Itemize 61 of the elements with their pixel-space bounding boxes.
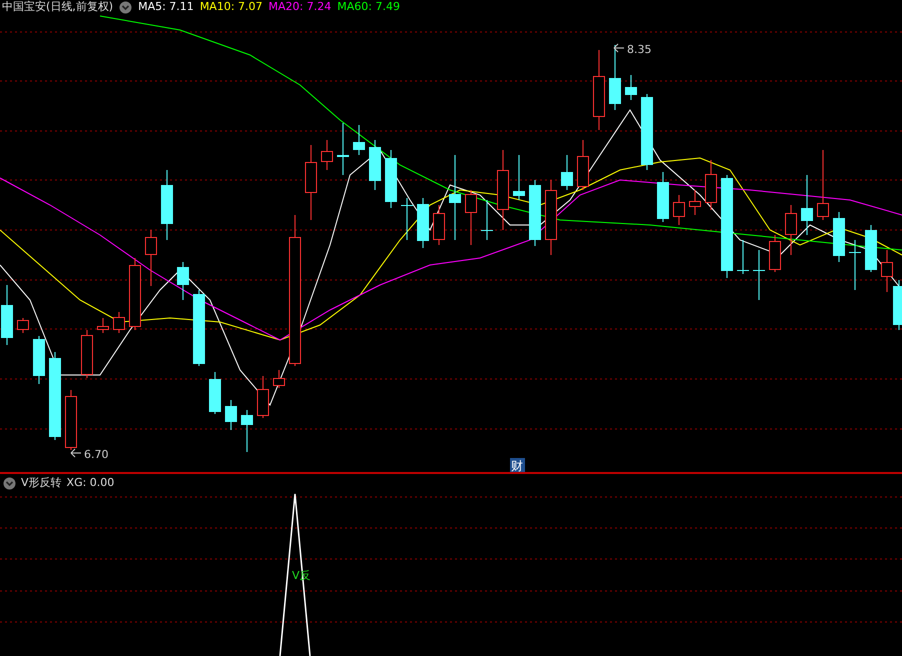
candlestick — [849, 240, 861, 290]
candlestick — [145, 230, 157, 286]
arrow-icon — [614, 44, 624, 52]
candlestick — [561, 154, 573, 190]
candlestick — [1, 284, 13, 346]
candlestick — [385, 150, 397, 208]
candlestick — [417, 198, 429, 248]
candlestick — [529, 180, 541, 246]
candlestick — [817, 150, 829, 220]
candlestick — [769, 234, 781, 272]
candlestick — [785, 204, 797, 256]
candlestick — [97, 318, 109, 334]
event-marker-background — [510, 458, 525, 472]
candlestick — [113, 312, 125, 334]
candlestick — [465, 190, 477, 246]
candlestick — [33, 336, 45, 384]
candlestick — [209, 372, 221, 414]
candlestick — [881, 250, 893, 292]
dropdown-icon[interactable] — [119, 0, 132, 14]
candlestick — [353, 124, 365, 156]
candlestick — [257, 376, 269, 418]
candlestick — [673, 194, 685, 226]
candlestick — [833, 212, 845, 262]
candlestick — [753, 250, 765, 300]
candlestick — [481, 200, 493, 240]
candlestick — [337, 122, 349, 176]
candlestick — [177, 262, 189, 300]
candlestick — [865, 224, 877, 272]
indicator-title: V形反转 — [21, 476, 62, 490]
chart-title: 中国宝安(日线,前复权) — [2, 0, 114, 14]
high-price-label: 8.35 — [627, 43, 652, 56]
event-marker[interactable]: 财 — [511, 459, 523, 472]
dropdown-icon[interactable] — [3, 476, 16, 490]
candlestick — [65, 390, 77, 450]
candlestick — [225, 400, 237, 430]
candlestick — [625, 74, 637, 100]
ma-reading: MA5: 7.11 — [138, 0, 194, 14]
candlestick — [609, 44, 621, 110]
candlestick — [689, 190, 701, 216]
candlestick — [513, 154, 525, 200]
candlestick — [273, 370, 285, 388]
ma-reading: MA20: 7.24 — [268, 0, 332, 14]
candlestick — [801, 174, 813, 236]
ma-reading: MA60: 7.49 — [337, 0, 400, 14]
candlestick — [433, 204, 445, 246]
candlestick — [161, 170, 173, 240]
candlestick — [81, 330, 93, 378]
candlestick — [577, 140, 589, 190]
ma-reading: MA10: 7.07 — [200, 0, 263, 14]
candlestick — [369, 140, 381, 190]
candlestick — [657, 172, 669, 222]
arrow-icon — [70, 448, 82, 458]
low-price-label: 6.70 — [84, 448, 108, 461]
candlestick — [705, 160, 717, 210]
candlestick — [17, 318, 29, 334]
candlestick — [737, 240, 749, 274]
candlestick — [401, 198, 413, 240]
indicator-reading: XG: 0.00 — [66, 476, 114, 490]
candlestick — [241, 410, 253, 452]
candlestick — [321, 140, 333, 170]
candlestick — [893, 280, 902, 330]
